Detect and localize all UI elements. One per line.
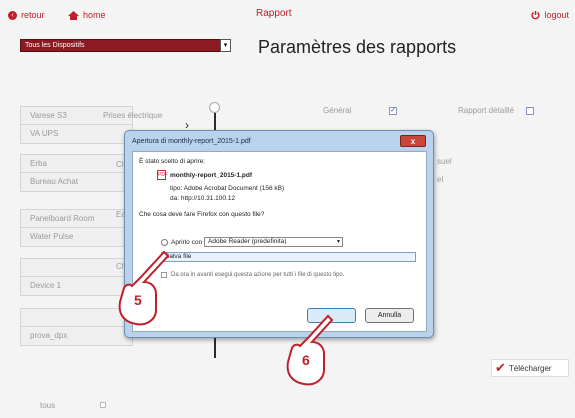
dialog-intro: È stato scelto di aprire: bbox=[139, 158, 206, 165]
device-name[interactable]: VA UPS bbox=[21, 125, 132, 143]
open-with-app: Adobe Reader (predefinita) bbox=[208, 238, 287, 245]
file-type: tipo: Adobe Acrobat Document (156 kB) bbox=[170, 185, 285, 192]
home-label: home bbox=[83, 10, 106, 20]
option-label-fragment: suel bbox=[437, 157, 452, 166]
tous-checkbox[interactable] bbox=[100, 402, 106, 408]
logout-label: logout bbox=[544, 10, 569, 20]
save-file-option[interactable]: Salva file bbox=[161, 252, 416, 262]
close-icon[interactable]: x bbox=[400, 135, 426, 147]
power-icon bbox=[531, 10, 541, 20]
pdf-file-icon: PDF bbox=[157, 170, 168, 180]
step-callout: 5 bbox=[116, 248, 174, 328]
general-checkbox[interactable]: ✓ bbox=[389, 107, 397, 115]
settings-heading: Paramètres des rapports bbox=[258, 37, 457, 57]
slider-handle[interactable] bbox=[209, 102, 220, 113]
open-with-radio[interactable] bbox=[161, 239, 168, 246]
file-name: monthly-report_2015-1.pdf bbox=[170, 172, 252, 179]
general-label: Général bbox=[323, 106, 352, 115]
download-button[interactable]: ✔ Télécharger bbox=[491, 359, 569, 377]
dialog-question: Che cosa deve fare Firefox con questo fi… bbox=[139, 211, 265, 218]
device-name[interactable]: prova_dpx bbox=[21, 327, 132, 345]
page-title: Rapport bbox=[256, 8, 292, 19]
dialog-body: È stato scelto di aprire: PDF monthly-re… bbox=[132, 151, 427, 332]
open-with-label: Aprirlo con bbox=[171, 239, 203, 246]
dialog-title: Apertura di monthly-report_2015-1.pdf bbox=[132, 138, 251, 145]
back-arrow-icon: ‹ bbox=[8, 10, 17, 20]
top-nav: ‹ retour home Rapport logout bbox=[0, 0, 575, 32]
back-link[interactable]: ‹ retour bbox=[8, 10, 45, 20]
step-number: 6 bbox=[302, 352, 310, 368]
device-select-value: Tous les Dispositifs bbox=[25, 42, 85, 49]
pointing-hand-icon bbox=[286, 314, 334, 386]
chevron-down-icon: ▾ bbox=[336, 239, 340, 245]
remember-label: Da ora in avanti esegui questa azione pe… bbox=[171, 272, 345, 278]
step-callout: 6 bbox=[282, 312, 340, 388]
back-label: retour bbox=[21, 10, 45, 20]
device-name[interactable]: Water Pulse bbox=[21, 228, 132, 246]
pointing-hand-icon bbox=[118, 250, 170, 326]
option-label-fragment: el bbox=[437, 175, 444, 184]
home-icon bbox=[68, 10, 79, 20]
logout-link[interactable]: logout bbox=[531, 10, 569, 20]
device-select[interactable]: Tous les Dispositifs ▾ bbox=[20, 39, 231, 52]
file-source: da: http://10.31.100.12 bbox=[170, 195, 236, 202]
detailed-report-checkbox[interactable] bbox=[526, 107, 534, 115]
cancel-button[interactable]: Annulla bbox=[365, 308, 414, 323]
chevron-down-icon[interactable]: ▾ bbox=[220, 39, 231, 52]
open-with-select[interactable]: Adobe Reader (predefinita) ▾ bbox=[204, 237, 343, 247]
category-label: Prises électrique bbox=[103, 111, 163, 120]
download-label: Télécharger bbox=[508, 363, 552, 373]
home-link[interactable]: home bbox=[68, 10, 106, 20]
check-icon: ✔ bbox=[495, 360, 506, 375]
step-number: 5 bbox=[134, 292, 142, 308]
detailed-report-label: Rapport détaillé bbox=[458, 106, 515, 115]
device-name[interactable]: Bureau Achat bbox=[21, 173, 132, 191]
tous-label: tous bbox=[40, 401, 56, 410]
